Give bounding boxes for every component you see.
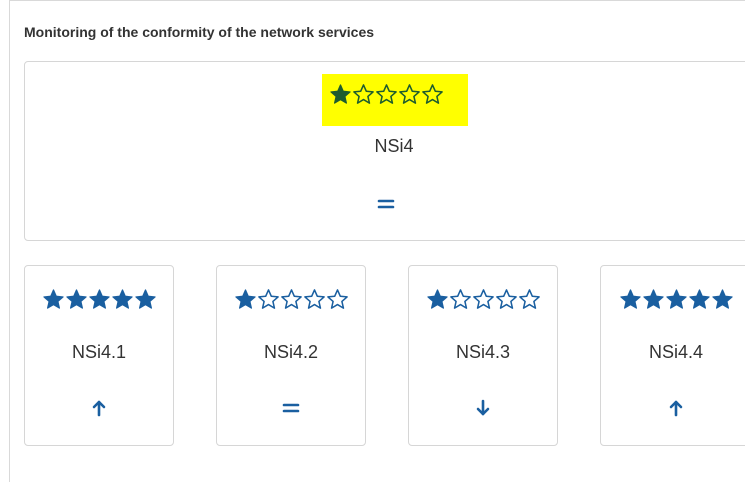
sub-indicator-card[interactable]: NSi4.2 <box>216 265 366 446</box>
sub-rating-stars <box>601 286 745 312</box>
star-outline-icon <box>422 83 443 104</box>
star-outline-icon <box>472 288 494 309</box>
star-outline-icon <box>518 288 540 309</box>
sub-indicator-label: NSi4.2 <box>263 342 319 362</box>
star-outline-icon <box>376 83 397 104</box>
main-trend-icon <box>364 194 408 214</box>
star-outline-icon <box>280 288 302 309</box>
star-outline-icon <box>399 83 420 104</box>
sub-trend-icon <box>601 398 745 422</box>
star-filled-icon <box>330 83 351 104</box>
main-indicator-label: NSi4 <box>374 136 414 156</box>
sub-rating-stars <box>25 286 173 312</box>
sub-indicator-label: NSi4.4 <box>648 342 704 362</box>
main-rating-stars <box>329 82 444 106</box>
star-filled-icon <box>642 288 664 309</box>
sub-trend-icon <box>25 398 173 422</box>
star-outline-icon <box>449 288 471 309</box>
star-filled-icon <box>665 288 687 309</box>
star-filled-icon <box>711 288 733 309</box>
sub-rating-stars <box>409 286 557 312</box>
star-filled-icon <box>619 288 641 309</box>
star-filled-icon <box>111 288 133 309</box>
sub-indicator-label: NSi4.3 <box>455 342 511 362</box>
equals-icon <box>377 199 395 209</box>
sub-rating-stars <box>217 286 365 312</box>
arrow-down-icon <box>476 399 490 416</box>
arrow-up-icon <box>92 400 106 417</box>
sub-indicator-card[interactable]: NSi4.3 <box>408 265 558 446</box>
star-outline-icon <box>257 288 279 309</box>
sub-trend-icon <box>409 398 557 422</box>
sub-trend-icon <box>217 398 365 422</box>
star-filled-icon <box>688 288 710 309</box>
star-filled-icon <box>134 288 156 309</box>
star-outline-icon <box>495 288 517 309</box>
star-filled-icon <box>65 288 87 309</box>
sub-indicator-card[interactable]: NSi4.4 <box>600 265 745 446</box>
star-filled-icon <box>234 288 256 309</box>
sub-indicator-card[interactable]: NSi4.1 <box>24 265 174 446</box>
star-outline-icon <box>326 288 348 309</box>
panel-title: Monitoring of the conformity of the netw… <box>24 24 375 40</box>
equals-icon <box>282 403 300 413</box>
star-filled-icon <box>88 288 110 309</box>
sub-indicator-label: NSi4.1 <box>71 342 127 362</box>
arrow-up-icon <box>669 400 683 417</box>
star-filled-icon <box>426 288 448 309</box>
star-outline-icon <box>303 288 325 309</box>
star-filled-icon <box>42 288 64 309</box>
star-outline-icon <box>353 83 374 104</box>
